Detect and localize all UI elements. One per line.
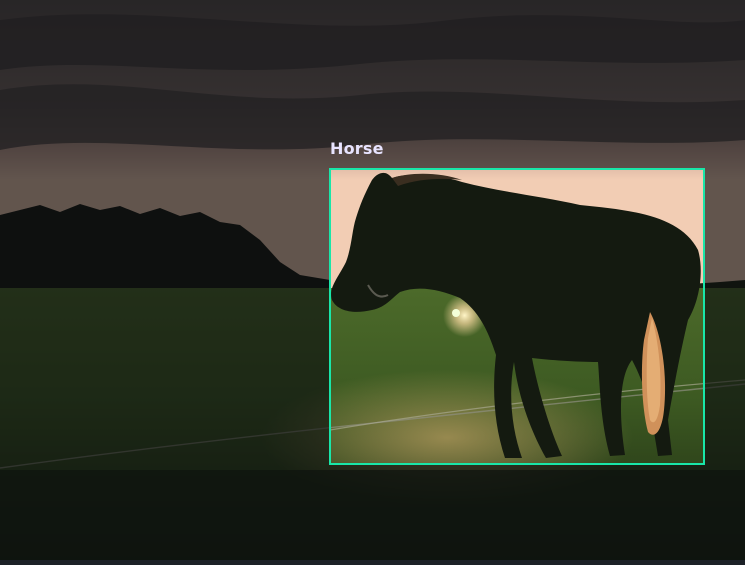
- detection-label-horse: Horse: [330, 139, 384, 158]
- bottom-edge-bar: [0, 560, 745, 565]
- detection-box-horse[interactable]: [329, 168, 705, 465]
- image-viewer: Horse: [0, 0, 745, 565]
